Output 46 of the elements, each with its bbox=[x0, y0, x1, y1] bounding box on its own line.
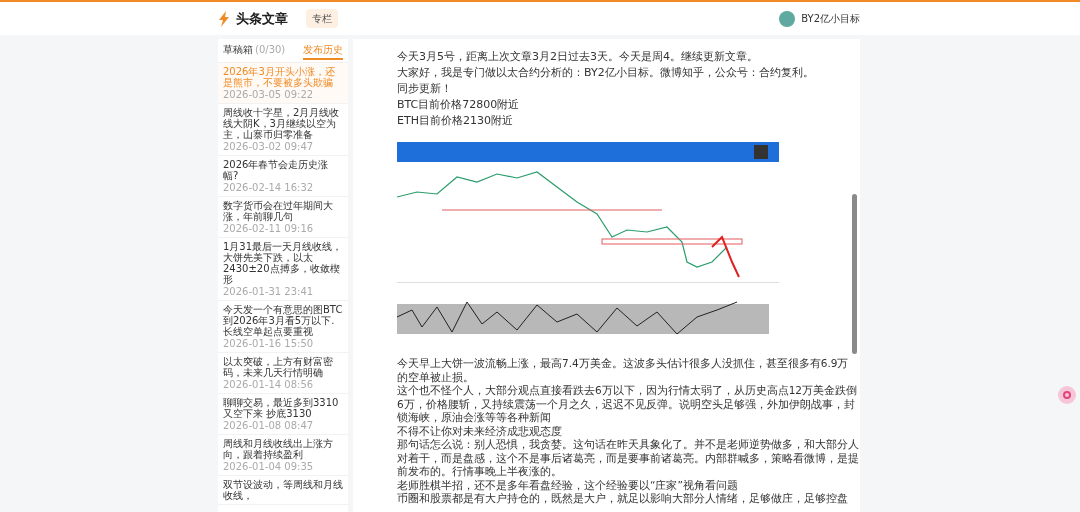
article-date: 2026-03-05 09:22 bbox=[223, 89, 315, 100]
article-date: 2026-02-14 16:32 bbox=[223, 182, 315, 193]
article-paragraph: 这个也不怪个人，大部分观点直接看跌去6万以下，因为行情太弱了，从历史高点12万美金跌倒6万，价格腰斩，又持续震荡一个月之久，迟迟不见反弹。说明空头足够强，外加伊朗战事，封锁海峡，原油会涨等等各种新闻 bbox=[397, 384, 859, 425]
article-list-item[interactable]: 以太突破，上方有财富密码，未来几天行情明确 2026-01-14 08:56 bbox=[218, 353, 348, 394]
article-title: 周线和月线收线出上涨方向，跟着持续盈利 bbox=[223, 438, 334, 460]
article-title: 1月31最后一天月线收线，大饼先美下跌，以太2430±20点搏多，收敛楔形 bbox=[223, 241, 343, 285]
article-date: 2026-01-08 08:47 bbox=[223, 420, 315, 431]
article-paragraph: ETH目前价格2130附近 bbox=[397, 113, 514, 129]
article-paragraph: 币圈和股票都是有大户持仓的，既然是大户，就足以影响大部分人情绪，足够做庄，足够控盘 bbox=[397, 492, 849, 506]
logo-text: 头条文章 bbox=[236, 9, 288, 28]
float-icon[interactable] bbox=[1058, 386, 1076, 404]
column-tag[interactable]: 专栏 bbox=[306, 9, 338, 28]
article-paragraph: 那句话怎么说：别人恐惧，我贪婪。这句话在昨天具象化了。并不是老师逆势做多，和大部分人对着干，而是盘感，这个不是事后诸葛亮，而是要事前诸葛亮。内部群喊多，策略看微博，是提前发布的。行情事晚上半夜涨的。 bbox=[397, 438, 859, 479]
sidebar-tab[interactable]: 草稿箱 (0/30) bbox=[223, 41, 286, 60]
article-date: 2026-03-02 09:47 bbox=[223, 141, 315, 152]
article-date: 2026-01-14 08:56 bbox=[223, 379, 315, 390]
article-title: 聊聊交易，最近多到3310又空下来 抄底3130 bbox=[223, 397, 340, 419]
article-list-item[interactable]: 1月31最后一天月线收线，大饼先美下跌，以太2430±20点搏多，收敛楔形 2026-01-31 23:41 bbox=[218, 238, 348, 301]
scrollbar-thumb[interactable] bbox=[852, 194, 857, 354]
article-list-item[interactable]: 双节设波动，等周线和月线收线， bbox=[218, 476, 348, 505]
article-title: 2026年3月开头小涨，还是熊市，不要被多头欺骗 bbox=[223, 66, 336, 88]
lightning-icon bbox=[218, 10, 230, 27]
article-list-item[interactable]: 周线收十字星，2月月线收线大阴K，3月继续以空为主，山寨币归零准备 2026-03-02 09:47 bbox=[218, 104, 348, 156]
article-title: 以太突破，上方有财富密码，未来几天行情明确 bbox=[223, 356, 334, 378]
article-list-item[interactable]: 2026年春节会走历史涨幅? 2026-02-14 16:32 bbox=[218, 156, 348, 197]
article-title: 周线收十字星，2月月线收线大阴K，3月继续以空为主，山寨币归零准备 bbox=[223, 107, 341, 140]
article-paragraph: 今天3月5号，距离上次文章3月2日过去3天。今天是周4。继续更新文章。 bbox=[397, 49, 759, 65]
article-paragraph: 不得不让你对未来经济成悲观态度 bbox=[397, 424, 563, 438]
article-list-item[interactable]: 周线和月线收线出上涨方向，跟着持续盈利 2026-01-04 09:35 bbox=[218, 435, 348, 476]
article-title: 2026年春节会走历史涨幅? bbox=[223, 159, 330, 181]
article-paragraph: 大家好，我是专门做以太合约分析的：BY2亿小目标。微博知乎，公众号：合约复利。同步更新！ bbox=[397, 65, 815, 97]
article-date: 2026-02-11 09:16 bbox=[223, 223, 315, 234]
article-paragraph: 今天早上大饼一波流畅上涨，最高7.4万美金。这波多头估计很多人没抓住，甚至很多有6.9万的空单被止损。 bbox=[397, 357, 850, 384]
article-title: 双节设波动，等周线和月线收线， bbox=[223, 479, 343, 501]
article-list-item[interactable]: 聊聊交易，最近多到3310又空下来 抄底3130 2026-01-08 08:47 bbox=[218, 394, 348, 435]
article-paragraph: 老师胜棋半招，还不是多年看盘经验，这个经验要以“庄家”视角看问题 bbox=[397, 478, 739, 492]
article-list-item[interactable]: 今天发一个有意思的图BTC到2026年3月看5万以下.长线空单起点要重视 2026-01-16 15:50 bbox=[218, 301, 348, 353]
user-name[interactable]: BY2亿小目标 bbox=[801, 11, 860, 26]
avatar[interactable] bbox=[779, 10, 796, 27]
article-date: 2026-01-04 09:35 bbox=[223, 461, 315, 472]
article-date: 2026-01-31 23:41 bbox=[223, 286, 315, 297]
article-paragraph: BTC目前价格72800附近 bbox=[397, 97, 521, 113]
article-title: 今天发一个有意思的图BTC到2026年3月看5万以下.长线空单起点要重视 bbox=[223, 304, 343, 337]
article-date: 2026-01-16 15:50 bbox=[223, 338, 315, 349]
article-title: 数字货币会在过年期间大涨，年前聊几句 bbox=[223, 200, 334, 222]
article-list-item[interactable]: 数字货币会在过年期间大涨，年前聊几句 2026-02-11 09:16 bbox=[218, 197, 348, 238]
